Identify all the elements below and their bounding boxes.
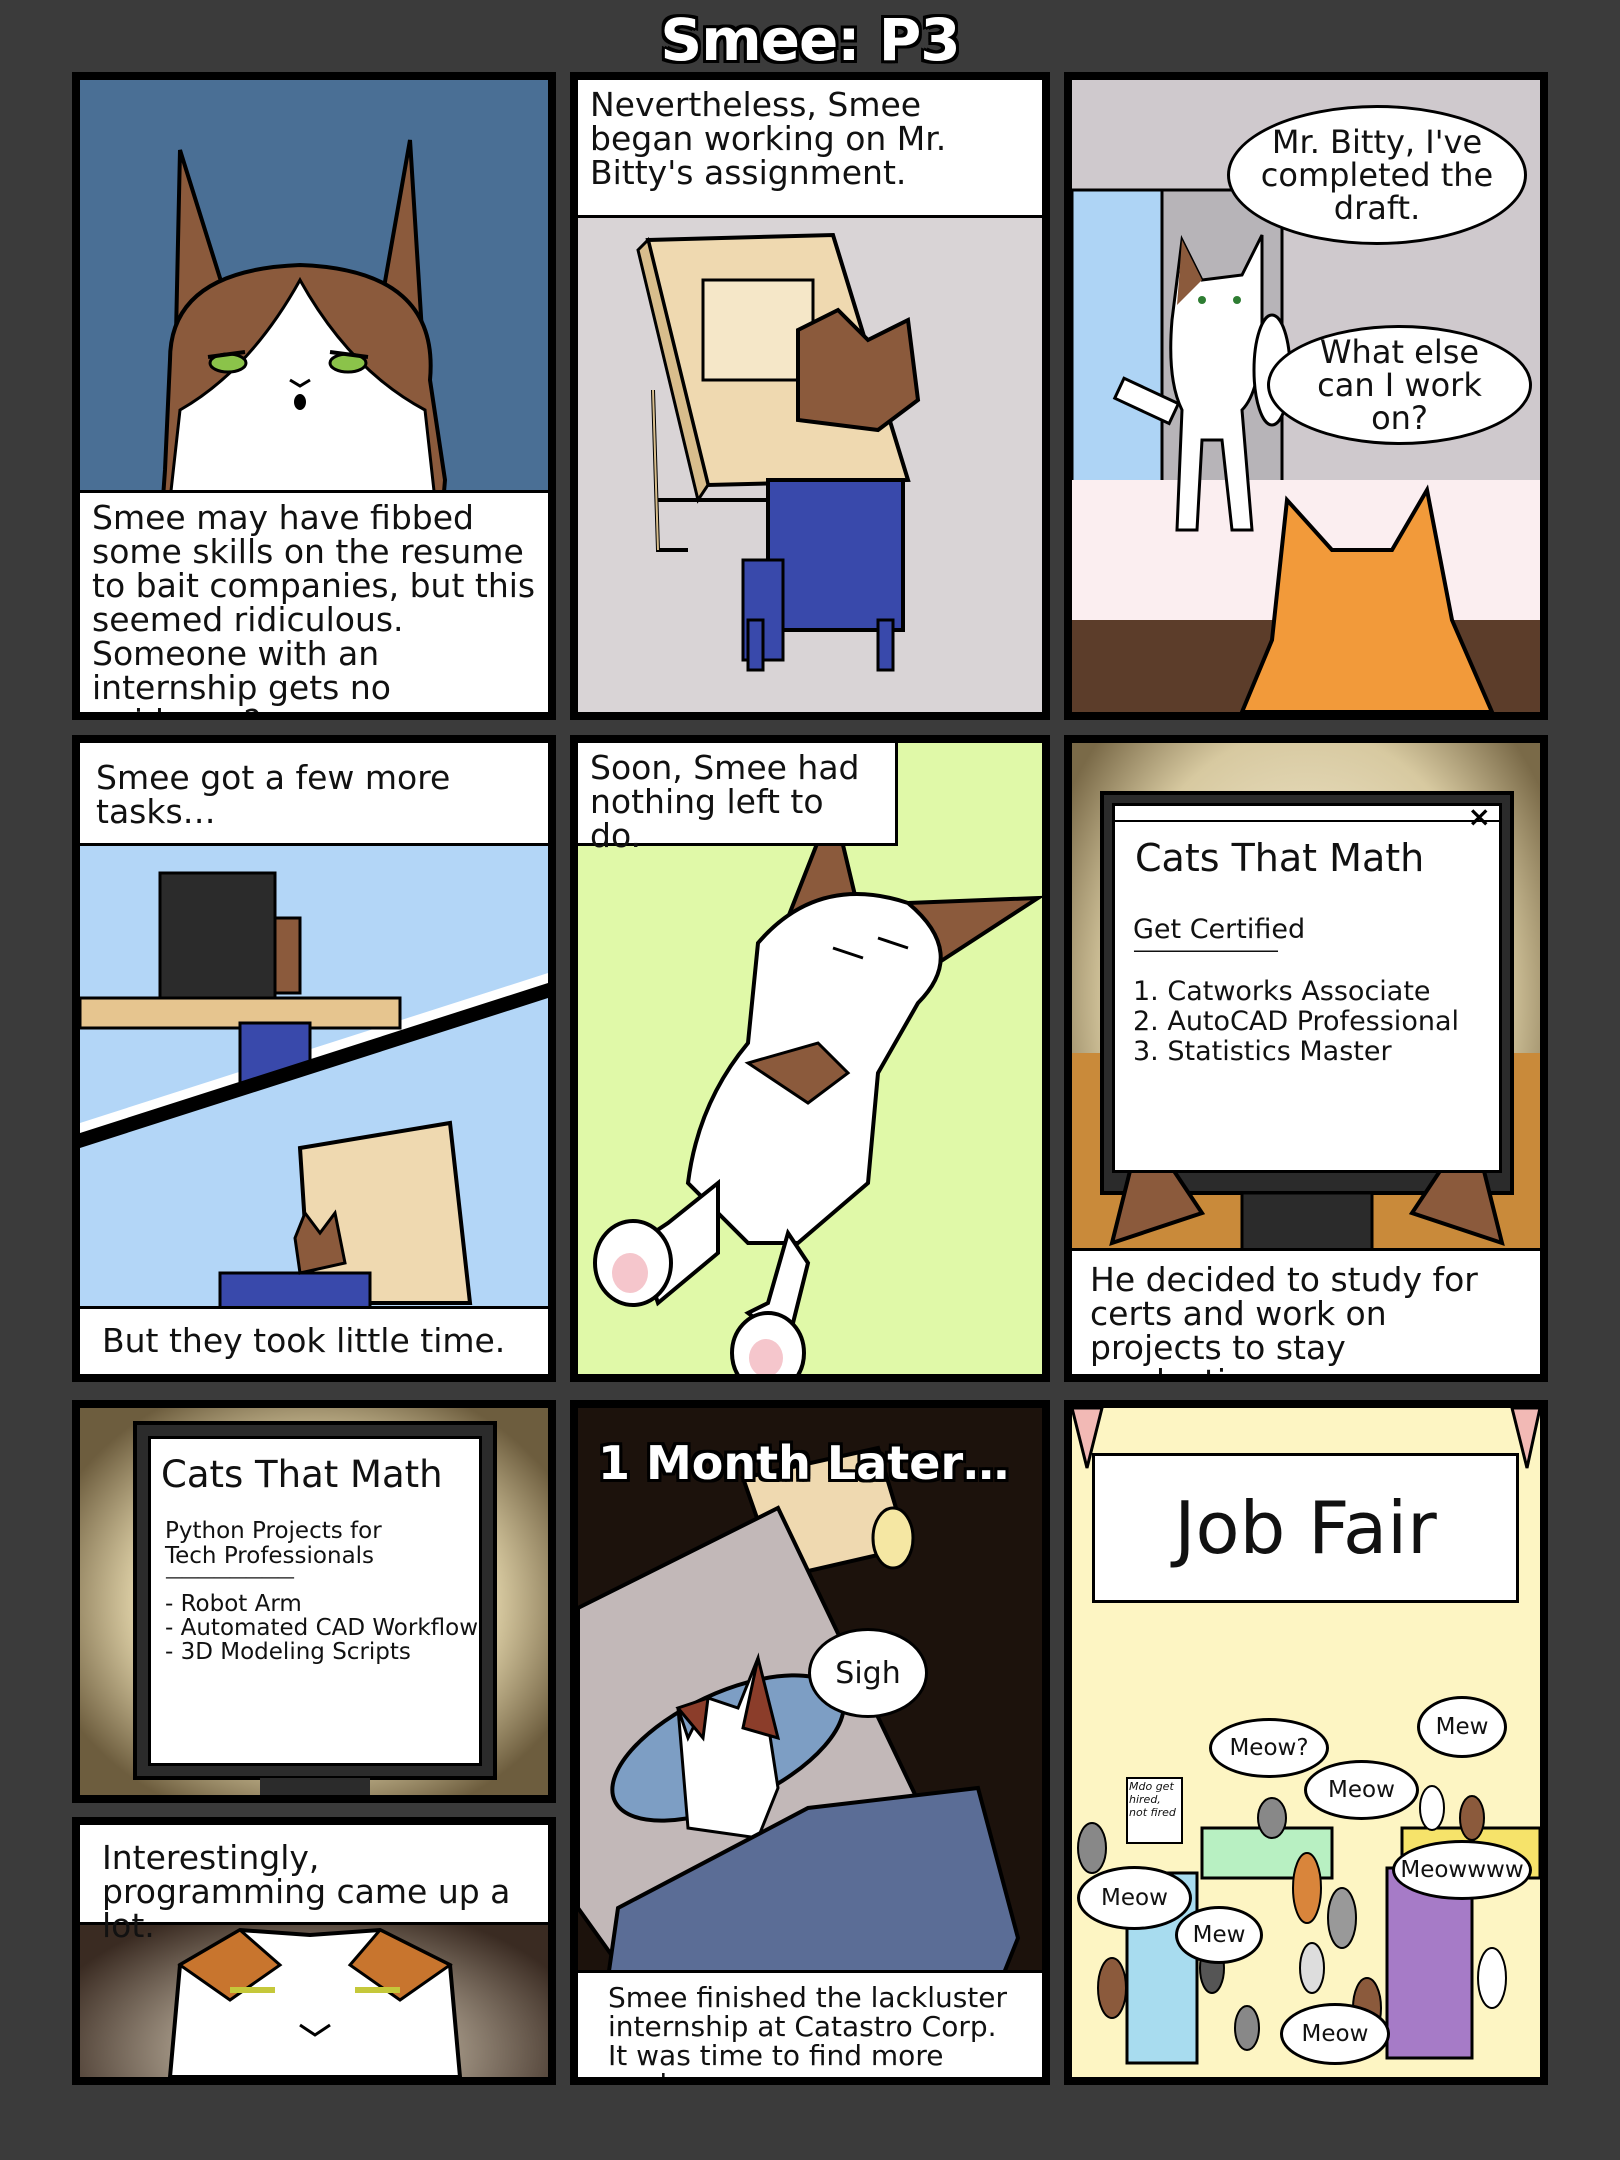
panel-7-screen: Cats That Math Python Projects for Tech … bbox=[148, 1436, 482, 1766]
panel-9-bubble-2: Mew bbox=[1417, 1696, 1507, 1758]
panel-2-caption: Nevertheless, Smee began working on Mr. … bbox=[578, 80, 1042, 218]
panel-7-screen-subtitle: Python Projects for Tech Professionals bbox=[165, 1518, 382, 1569]
panel-8-heading: 1 Month Later… bbox=[598, 1436, 1010, 1490]
panel-9-bubble-3: Meow bbox=[1304, 1760, 1419, 1820]
panel-9-bubble-4: Meowwww bbox=[1392, 1840, 1532, 1900]
panel-1: Smee may have fibbed some skills on the … bbox=[72, 72, 556, 720]
panel-8-speech-bubble: Sigh bbox=[808, 1628, 928, 1718]
panel-9-bubble-6: Mew bbox=[1175, 1906, 1263, 1964]
panel-6-screen-title: Cats That Math bbox=[1135, 836, 1425, 880]
close-icon[interactable]: × bbox=[1468, 800, 1491, 833]
panel-7-list-item-1: - Robot Arm bbox=[165, 1591, 302, 1617]
panel-7-screen-title: Cats That Math bbox=[161, 1453, 443, 1496]
panel-6-list-item-2: 2. AutoCAD Professional bbox=[1133, 1006, 1459, 1037]
panel-6-screen: × Cats That Math Get Certified ———————— … bbox=[1112, 800, 1502, 1173]
panel-5-caption: Soon, Smee had nothing left to do. bbox=[578, 743, 898, 853]
booth-sign: Mdo get hired, not fired bbox=[1129, 1780, 1176, 1819]
panel-6-divider: ———————— bbox=[1133, 938, 1279, 962]
panel-3: Mr. Bitty, I've completed the draft. Wha… bbox=[1064, 72, 1548, 720]
panel-8: 1 Month Later… Sigh Smee finished the la… bbox=[570, 1400, 1050, 2085]
job-fair-banner: Job Fair bbox=[1092, 1453, 1519, 1603]
panel-9: Job Fair Mdo get hired, not fired Meow? … bbox=[1064, 1400, 1548, 2085]
panel-9-bubble-7: Meow bbox=[1280, 2003, 1390, 2065]
panel-7-divider: ———————— bbox=[165, 1567, 295, 1588]
panel-7-list-item-2: - Automated CAD Workflow bbox=[165, 1615, 479, 1641]
panel-5: Soon, Smee had nothing left to do. bbox=[570, 735, 1050, 1382]
panel-9-bubble-5: Meow bbox=[1077, 1866, 1192, 1930]
panel-6-caption: He decided to study for certs and work o… bbox=[1072, 1248, 1540, 1374]
panel-1-caption: Smee may have fibbed some skills on the … bbox=[80, 490, 548, 712]
panel-3-speech-bubble-1: Mr. Bitty, I've completed the draft. bbox=[1227, 105, 1527, 245]
panel-4: Smee got a few more tasks… But they took… bbox=[72, 735, 556, 1382]
panel-7b: Interestingly, programming came up a lot… bbox=[72, 1817, 556, 2085]
panel-4-caption-bottom: But they took little time. bbox=[80, 1306, 548, 1374]
panel-7b-caption: Interestingly, programming came up a lot… bbox=[80, 1825, 548, 1943]
panel-8-caption: Smee finished the lackluster internship … bbox=[578, 1970, 1042, 2077]
panel-2: Nevertheless, Smee began working on Mr. … bbox=[570, 72, 1050, 720]
panel-6-list-item-1: 1. Catworks Associate bbox=[1133, 976, 1431, 1007]
panel-7-list-item-3: - 3D Modeling Scripts bbox=[165, 1639, 411, 1665]
panel-4-caption-top: Smee got a few more tasks… bbox=[80, 743, 548, 846]
page-title: Smee: P3 bbox=[660, 6, 960, 74]
panel-6: × Cats That Math Get Certified ———————— … bbox=[1064, 735, 1548, 1382]
panel-3-speech-bubble-2: What else can I work on? bbox=[1267, 325, 1532, 445]
panel-9-bubble-1: Meow? bbox=[1209, 1718, 1329, 1778]
panel-6-list-item-3: 3. Statistics Master bbox=[1133, 1036, 1392, 1067]
panel-7: Cats That Math Python Projects for Tech … bbox=[72, 1400, 556, 1803]
